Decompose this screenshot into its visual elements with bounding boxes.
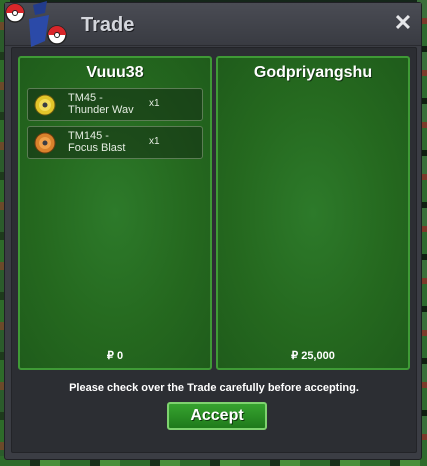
yellow-disc-icon [34,94,56,116]
trade-notice: Please check over the Trade carefully be… [69,382,359,394]
right-trade-panel: Godpriyangshu ₽ 25,000 [216,56,410,370]
item-quantity: x1 [149,136,160,147]
pokeball-logo-icon [5,1,67,47]
orange-disc-icon [34,132,56,154]
trade-body: Vuuu38 TM45 - Thunder Wav x1 TM145 - Foc… [11,47,417,453]
close-icon[interactable]: ✕ [393,12,413,34]
accept-button[interactable]: Accept [167,402,267,430]
window-title: Trade [81,14,135,36]
item-quantity: x1 [149,98,160,109]
trade-item[interactable]: TM145 - Focus Blast x1 [27,126,203,159]
left-player-name: Vuuu38 [86,64,144,81]
trade-item[interactable]: TM45 - Thunder Wav x1 [27,88,203,121]
item-name: TM145 - Focus Blast [68,130,126,154]
right-player-name: Godpriyangshu [253,64,373,81]
left-money: ₽ 0 [106,350,124,362]
item-name: TM45 - Thunder Wav [68,92,134,116]
left-trade-panel: Vuuu38 TM45 - Thunder Wav x1 TM145 - Foc… [18,56,212,370]
trade-window: Trade ✕ Vuuu38 TM45 - Thunder Wav x1 TM1… [4,1,422,460]
right-money: ₽ 25,000 [291,350,335,362]
